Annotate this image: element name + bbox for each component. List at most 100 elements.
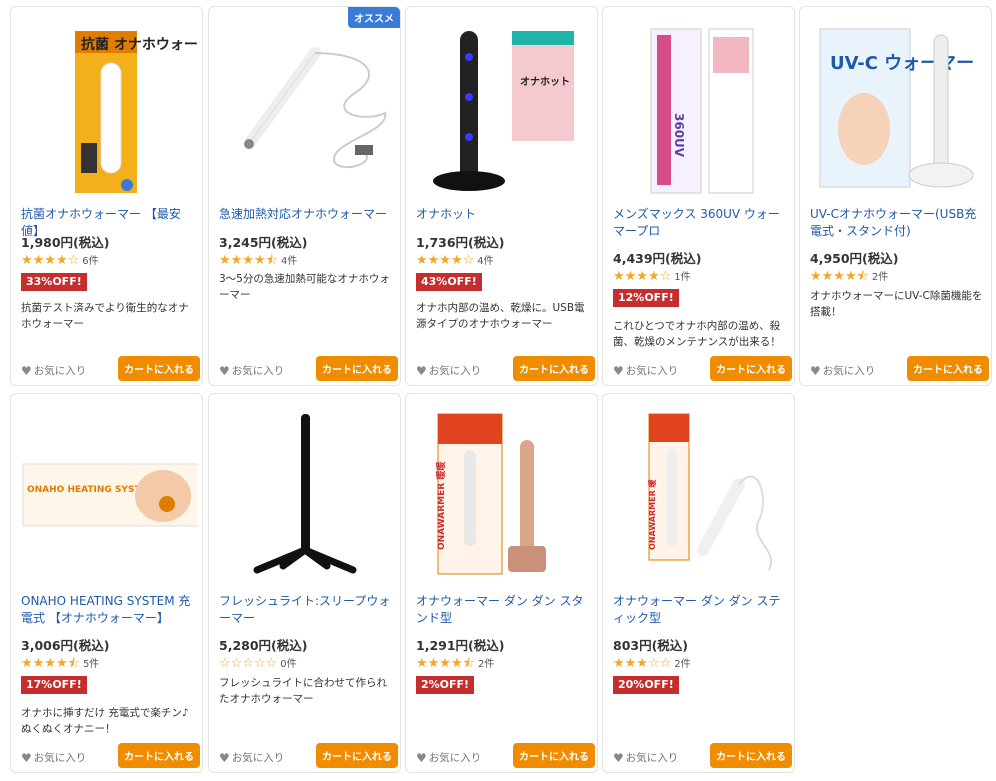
favorite-button[interactable]: ♥ お気に入り xyxy=(416,750,481,765)
product-card[interactable]: 360UV メンズマックス 360UV ウォーマープロ 4,439円(税込) ★… xyxy=(602,6,795,386)
favorite-label: お気に入り xyxy=(428,752,482,764)
box-logo-text: 抗菌 オナホウォーマー xyxy=(81,36,198,53)
add-to-cart-button[interactable]: カートに入れる xyxy=(118,356,200,381)
favorite-label: お気に入り xyxy=(822,365,876,377)
star-full-icon: ★★★★ xyxy=(416,253,463,268)
add-to-cart-button[interactable]: カートに入れる xyxy=(513,356,595,381)
product-image[interactable]: ONAWARMER 暖 xyxy=(609,400,790,588)
product-card[interactable]: ONAHO HEATING SYSTEM ONAHO HEATING SYSTE… xyxy=(10,393,203,773)
box-logo-text: 360UV xyxy=(672,113,686,158)
product-price: 803円(税込) xyxy=(613,638,689,653)
add-to-cart-button[interactable]: カートに入れる xyxy=(710,743,792,768)
product-card[interactable]: ONAWARMER 暖暖 オナウォーマー ダン ダン スタンド型 1,291円(… xyxy=(405,393,598,773)
product-title[interactable]: オナウォーマー ダン ダン スティック型 xyxy=(613,593,788,627)
add-to-cart-button[interactable]: カートに入れる xyxy=(907,356,989,381)
favorite-label: お気に入り xyxy=(428,365,482,377)
review-count: 2件 xyxy=(871,272,889,283)
product-description: オナホに挿すだけ 充電式で楽チン♪ ぬくぬくオナニー！ xyxy=(21,707,189,735)
heart-icon: ♥ xyxy=(810,363,821,378)
star-empty-icon: ☆ xyxy=(659,269,672,284)
product-title[interactable]: オナホット xyxy=(416,206,591,223)
product-title[interactable]: ONAHO HEATING SYSTEM 充電式 【オナホウォーマー】 xyxy=(21,593,196,627)
heart-icon: ♥ xyxy=(416,363,427,378)
rating: ★★★★☆ 6件 xyxy=(21,254,99,269)
product-description: 3〜5分の急速加熱可能なオナホウォーマー xyxy=(219,273,390,301)
product-card[interactable]: フレッシュライト:スリープウォーマー 5,280円(税込) ☆☆☆☆☆ 0件 フレ… xyxy=(208,393,401,773)
discount-badge: 20%OFF! xyxy=(613,676,679,694)
review-count: 1件 xyxy=(674,272,691,283)
product-image[interactable]: UV-C ウォーマー xyxy=(806,13,987,201)
add-to-cart-button[interactable]: カートに入れる xyxy=(710,356,792,381)
favorite-button[interactable]: ♥ お気に入り xyxy=(219,750,284,765)
product-image[interactable]: ONAHO HEATING SYSTEM xyxy=(17,400,198,588)
product-image[interactable]: オナホット xyxy=(412,13,593,201)
heart-icon: ♥ xyxy=(21,363,32,378)
favorite-button[interactable]: ♥ お気に入り xyxy=(613,363,678,378)
add-to-cart-button[interactable]: カートに入れる xyxy=(513,743,595,768)
rating: ★★★★☆ 1件 xyxy=(613,270,691,285)
review-count: 4件 xyxy=(280,256,298,267)
add-to-cart-button[interactable]: カートに入れる xyxy=(118,743,200,768)
product-image[interactable]: 抗菌 オナホウォーマー xyxy=(17,13,198,201)
product-price: 3,245円(税込) xyxy=(219,235,308,250)
product-title[interactable]: オナウォーマー ダン ダン スタンド型 xyxy=(416,593,591,627)
star-full-icon: ★★★★ xyxy=(416,656,463,671)
star-empty-icon: ☆ xyxy=(67,253,80,268)
rating: ★★★★⯪ 2件 xyxy=(810,270,888,285)
product-title[interactable]: UV-Cオナホウォーマー(USB充電式・スタンド付) xyxy=(810,206,985,240)
star-full-icon: ★★★ xyxy=(613,656,648,671)
heart-icon: ♥ xyxy=(21,750,32,765)
star-empty-icon: ☆ xyxy=(462,253,475,268)
discount-badge: 12%OFF! xyxy=(613,289,679,307)
product-card[interactable]: オナホット オナホット 1,736円(税込) ★★★★☆ 4件 43%OFF! オ… xyxy=(405,6,598,386)
favorite-button[interactable]: ♥ お気に入り xyxy=(21,363,86,378)
product-description: フレッシュライトに合わせて作られたオナホウォーマー xyxy=(219,677,387,705)
rating: ★★★★⯪ 5件 xyxy=(21,657,99,672)
product-card[interactable]: ONAWARMER 暖 オナウォーマー ダン ダン スティック型 803円(税込… xyxy=(602,393,795,773)
star-empty-icon: ☆☆ xyxy=(647,656,672,671)
add-to-cart-button[interactable]: カートに入れる xyxy=(316,743,398,768)
rating: ☆☆☆☆☆ 0件 xyxy=(219,657,297,672)
product-title[interactable]: メンズマックス 360UV ウォーマープロ xyxy=(613,206,788,240)
review-count: 5件 xyxy=(82,659,100,670)
product-price: 4,439円(税込) xyxy=(613,251,702,266)
product-description: オナホ内部の温め、乾燥に。USB電源タイプのオナホウォーマー xyxy=(416,302,585,330)
heart-icon: ♥ xyxy=(219,363,230,378)
favorite-label: お気に入り xyxy=(33,752,87,764)
product-card[interactable]: オススメ 急速加熱対応オナホウォーマー 3,245円(税込) ★★★★⯪ 4件 3… xyxy=(208,6,401,386)
favorite-label: お気に入り xyxy=(231,365,285,377)
product-image[interactable] xyxy=(215,400,396,588)
star-full-icon: ★★★★ xyxy=(810,269,857,284)
review-count: 2件 xyxy=(674,659,691,670)
favorite-label: お気に入り xyxy=(625,752,679,764)
star-full-icon: ★★★★ xyxy=(21,253,68,268)
discount-badge: 2%OFF! xyxy=(416,676,475,694)
heart-icon: ♥ xyxy=(613,363,624,378)
add-to-cart-button[interactable]: カートに入れる xyxy=(316,356,398,381)
product-image[interactable]: ONAWARMER 暖暖 xyxy=(412,400,593,588)
review-count: 0件 xyxy=(280,659,297,670)
review-count: 2件 xyxy=(477,659,495,670)
product-image[interactable]: 360UV xyxy=(609,13,790,201)
product-price: 1,980円(税込) xyxy=(21,235,110,250)
rating: ★★★★⯪ 4件 xyxy=(219,254,297,269)
product-title[interactable]: 急速加熱対応オナホウォーマー xyxy=(219,206,394,223)
product-price: 3,006円(税込) xyxy=(21,638,110,653)
favorite-button[interactable]: ♥ お気に入り xyxy=(613,750,678,765)
product-title[interactable]: フレッシュライト:スリープウォーマー xyxy=(219,593,394,627)
favorite-button[interactable]: ♥ お気に入り xyxy=(21,750,86,765)
favorite-button[interactable]: ♥ お気に入り xyxy=(416,363,481,378)
heart-icon: ♥ xyxy=(613,750,624,765)
favorite-button[interactable]: ♥ お気に入り xyxy=(219,363,284,378)
star-full-icon: ★★★★ xyxy=(219,253,266,268)
favorite-label: お気に入り xyxy=(625,365,679,377)
favorite-button[interactable]: ♥ お気に入り xyxy=(810,363,875,378)
product-card[interactable]: 抗菌 オナホウォーマー 抗菌オナホウォーマー 【最安値】 1,980円(税込) … xyxy=(10,6,203,386)
product-image[interactable] xyxy=(215,13,396,201)
star-half-icon: ⯪ xyxy=(856,269,869,284)
box-logo-text: ONAWARMER 暖 xyxy=(647,478,657,550)
product-card[interactable]: UV-C ウォーマー UV-Cオナホウォーマー(USB充電式・スタンド付) 4,… xyxy=(799,6,992,386)
favorite-label: お気に入り xyxy=(33,365,87,377)
favorite-label: お気に入り xyxy=(231,752,285,764)
rating: ★★★☆☆ 2件 xyxy=(613,657,691,672)
